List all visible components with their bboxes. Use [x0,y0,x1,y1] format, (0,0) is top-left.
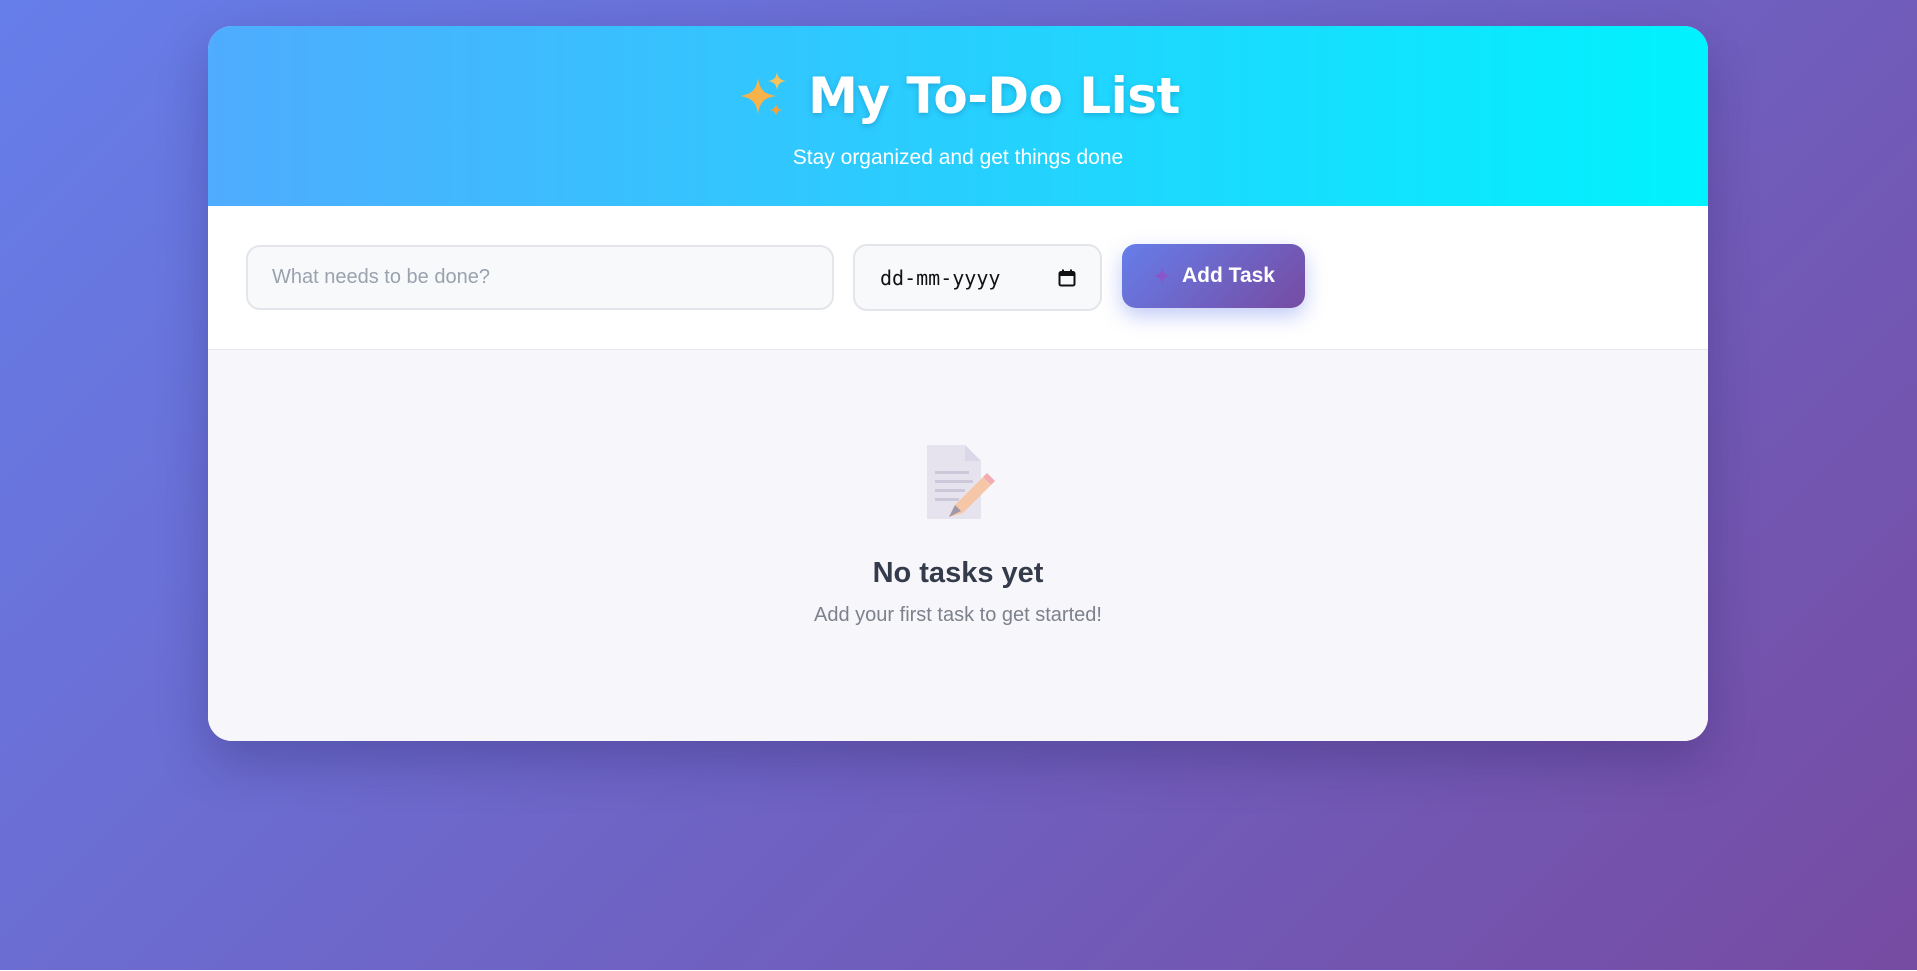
plus-icon [1153,267,1172,285]
memo-icon [927,445,995,519]
date-placeholder: dd-mm-yyyy [880,265,1001,290]
app-header: My To-Do List Stay organized and get thi… [208,26,1708,206]
task-input[interactable] [246,245,834,310]
sparkles-icon [740,72,787,116]
title-text: My To-Do List [808,67,1180,125]
page-subtitle: Stay organized and get things done [792,146,1124,169]
add-task-label: Add Task [1182,264,1275,287]
add-task-form: dd-mm-yyyy Add Task [208,206,1708,350]
todo-app-card: My To-Do List Stay organized and get thi… [208,26,1708,741]
empty-state-title: No tasks yet [872,557,1044,589]
add-task-button[interactable]: Add Task [1122,244,1305,308]
empty-state-message: Add your first task to get started! [814,604,1102,626]
task-list-empty-state: No tasks yet Add your first task to get … [208,350,1708,741]
due-date-input[interactable]: dd-mm-yyyy [853,244,1102,311]
calendar-icon[interactable] [1058,269,1076,287]
page-title: My To-Do List [736,70,1180,122]
